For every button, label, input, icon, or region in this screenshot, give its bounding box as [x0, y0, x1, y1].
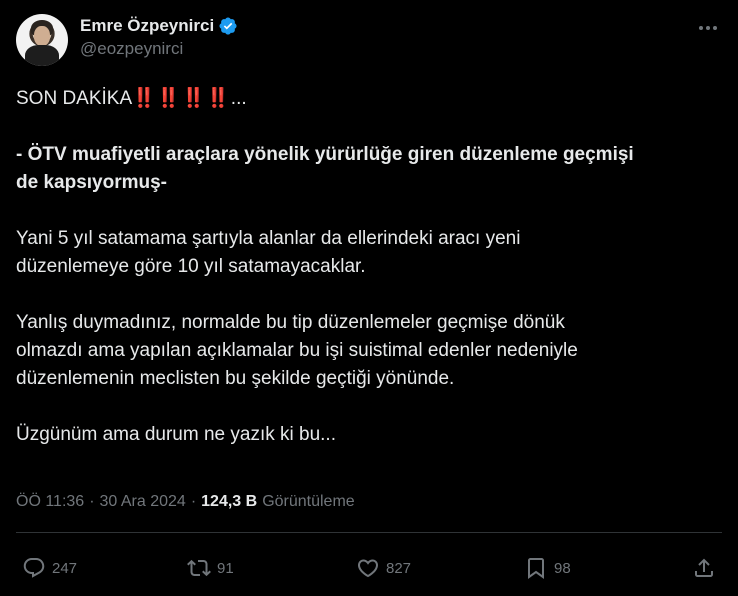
reply-button[interactable]: 247: [22, 552, 77, 584]
retweet-count: 91: [217, 559, 234, 577]
tweet-card: Emre Özpeynirci @eozpeynirci SON DAKİKA‼…: [0, 0, 738, 596]
tweet-time[interactable]: ÖÖ 11:36: [16, 493, 84, 511]
tweet-meta: ÖÖ 11:36 · 30 Ara 2024 · 124,3 B Görüntü…: [16, 493, 355, 511]
avatar[interactable]: [16, 14, 68, 66]
like-count: 827: [386, 559, 412, 577]
action-bar: 247 91 827 98: [16, 552, 722, 584]
like-button[interactable]: 827: [356, 552, 411, 584]
avatar-body: [25, 45, 59, 66]
meta-separator: ·: [89, 493, 95, 510]
tweet-bold-line: - ÖTV muafiyetli araçlara yönelik yürürl…: [16, 144, 634, 165]
heart-icon: [357, 559, 379, 578]
tweet-text: SON DAKİKA‼️‼️‼️‼️... - ÖTV muafiyetli a…: [16, 85, 716, 449]
tweet-ellipsis: ...: [230, 88, 247, 109]
tweet-line: Üzgünüm ama durum ne yazık ki bu...: [16, 424, 336, 445]
tweet-line: Yanlış duymadınız, normalde bu tip düzen…: [16, 312, 565, 333]
double-exclamation-emoji: ‼️‼️‼️‼️: [132, 88, 231, 109]
tweet-line: SON DAKİKA‼️‼️‼️‼️...: [16, 85, 716, 113]
meta-separator: ·: [190, 493, 197, 510]
retweet-icon: [187, 559, 211, 577]
tweet-line: düzenlemenin meclisten bu şekilde geçtiğ…: [16, 368, 455, 389]
more-dot: [699, 26, 703, 30]
author-display-name[interactable]: Emre Özpeynirci: [80, 16, 214, 36]
reply-icon: [23, 558, 45, 578]
tweet-date[interactable]: 30 Ara 2024: [100, 493, 186, 511]
share-icon: [695, 558, 713, 577]
more-dot: [706, 26, 710, 30]
bookmark-button[interactable]: 98: [524, 552, 571, 584]
bookmark-count: 98: [554, 559, 571, 577]
more-dot: [713, 26, 717, 30]
reply-count: 247: [52, 559, 78, 577]
tweet-line: düzenlemeye göre 10 yıl satamayacaklar.: [16, 256, 366, 277]
views-label: Görüntüleme: [262, 493, 355, 510]
author-name-row: Emre Özpeynirci: [80, 16, 238, 36]
tweet-line: olmazdı ama yapılan açıklamalar bu işi s…: [16, 340, 578, 361]
views-count[interactable]: 124,3 B: [201, 493, 257, 511]
more-options-icon[interactable]: [696, 18, 720, 38]
divider: [16, 532, 722, 533]
author-handle[interactable]: @eozpeynirci: [80, 39, 238, 59]
tweet-line: Yani 5 yıl satamama şartıyla alanlar da …: [16, 228, 521, 249]
avatar-face: [34, 26, 50, 46]
verified-badge-icon[interactable]: [218, 16, 238, 36]
author-info: Emre Özpeynirci @eozpeynirci: [80, 16, 238, 59]
tweet-headline: SON DAKİKA: [16, 88, 133, 109]
tweet-header: Emre Özpeynirci @eozpeynirci: [16, 12, 722, 68]
share-button[interactable]: [692, 552, 716, 584]
bookmark-icon: [528, 558, 544, 579]
retweet-button[interactable]: 91: [187, 552, 234, 584]
tweet-bold-line: de kapsıyormuş-: [16, 172, 167, 193]
